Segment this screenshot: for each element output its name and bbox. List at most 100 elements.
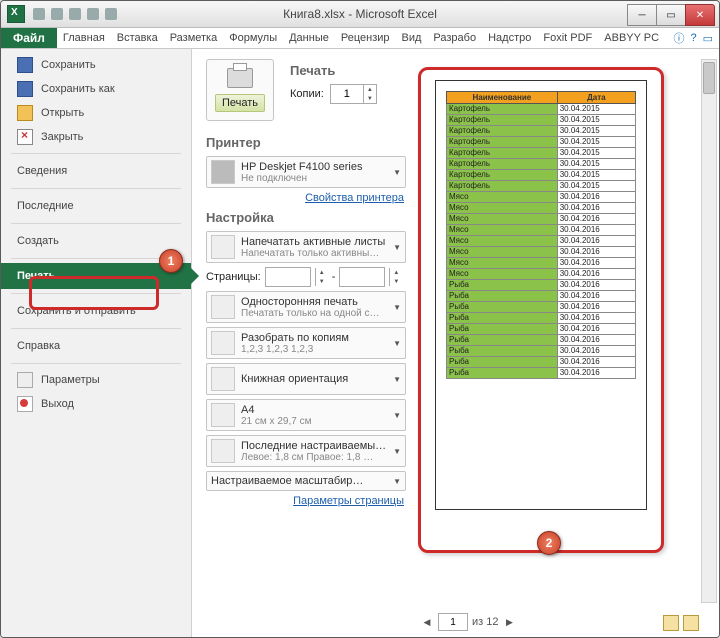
nav-help[interactable]: Справка bbox=[1, 333, 191, 359]
margins-select[interactable]: Последние настраиваемые …Левое: 1,8 см П… bbox=[206, 435, 406, 467]
ribbon-tab[interactable]: Данные bbox=[283, 28, 335, 48]
cell-name: Мясо bbox=[447, 247, 558, 258]
save-label: Сохранить bbox=[41, 59, 96, 71]
show-margins-button[interactable] bbox=[663, 615, 679, 631]
qat-icon[interactable] bbox=[105, 8, 117, 20]
help-icon[interactable]: ? bbox=[690, 32, 696, 44]
page-to-input[interactable] bbox=[339, 267, 385, 287]
exit-label: Выход bbox=[41, 398, 74, 410]
nav-info[interactable]: Сведения bbox=[1, 158, 191, 184]
copies-spinner[interactable]: ▲▼ bbox=[330, 84, 377, 104]
ribbon-tab[interactable]: Надстро bbox=[482, 28, 537, 48]
separator bbox=[11, 188, 181, 189]
separator bbox=[11, 328, 181, 329]
qat-undo-icon[interactable] bbox=[51, 8, 63, 20]
vertical-scrollbar[interactable] bbox=[701, 59, 717, 603]
dash: - bbox=[332, 271, 336, 283]
scroll-thumb[interactable] bbox=[703, 62, 715, 94]
saveas-cmd[interactable]: Сохранить как bbox=[1, 77, 191, 101]
settings-heading: Настройка bbox=[206, 210, 406, 225]
file-tab[interactable]: Файл bbox=[1, 28, 57, 48]
ribbon-tab[interactable]: Foxit PDF bbox=[537, 28, 598, 48]
cell-date: 30.04.2016 bbox=[557, 346, 635, 357]
print-button[interactable]: Печать bbox=[206, 59, 274, 121]
close-cmd[interactable]: Закрыть bbox=[1, 125, 191, 149]
ribbon-tab[interactable]: Вставка bbox=[111, 28, 164, 48]
open-cmd[interactable]: Открыть bbox=[1, 101, 191, 125]
qat-redo-icon[interactable] bbox=[69, 8, 81, 20]
table-row: Рыба30.04.2016 bbox=[447, 357, 636, 368]
chevron-down-icon: ▼ bbox=[393, 477, 401, 486]
orientation-select[interactable]: Книжная ориентация▼ bbox=[206, 363, 406, 395]
spinner-buttons[interactable]: ▲▼ bbox=[389, 268, 402, 286]
paper-select[interactable]: A421 см x 29,7 см▼ bbox=[206, 399, 406, 431]
cell-name: Картофель bbox=[447, 126, 558, 137]
scaling-select[interactable]: Настраиваемое масштабир…▼ bbox=[206, 471, 406, 491]
ribbon-tabs: Файл Главная Вставка Разметка Формулы Да… bbox=[1, 28, 719, 49]
min-ribbon-icon[interactable]: ▭ bbox=[703, 32, 713, 45]
prev-page-button[interactable]: ◀ bbox=[420, 615, 434, 629]
printer-device-icon bbox=[211, 160, 235, 184]
exit-cmd[interactable]: Выход bbox=[1, 392, 191, 416]
sel-title: A4 bbox=[241, 404, 387, 416]
sel-title: Напечатать активные листы bbox=[241, 236, 387, 248]
nav-share[interactable]: Сохранить и отправить bbox=[1, 298, 191, 324]
page-navigator: ◀ из 12 ▶ bbox=[420, 613, 516, 631]
ribbon-tab[interactable]: Разметка bbox=[164, 28, 224, 48]
cell-name: Мясо bbox=[447, 269, 558, 280]
cell-name: Картофель bbox=[447, 137, 558, 148]
spinner-buttons[interactable]: ▲▼ bbox=[363, 85, 376, 103]
options-cmd[interactable]: Параметры bbox=[1, 368, 191, 392]
sel-sub: 21 см x 29,7 см bbox=[241, 416, 387, 427]
cell-name: Картофель bbox=[447, 159, 558, 170]
cell-date: 30.04.2016 bbox=[557, 258, 635, 269]
cell-name: Рыба bbox=[447, 324, 558, 335]
zoom-controls bbox=[663, 615, 699, 631]
ribbon-tab[interactable]: Рецензир bbox=[335, 28, 396, 48]
copies-input[interactable] bbox=[331, 87, 363, 101]
printer-heading: Принтер bbox=[206, 135, 406, 150]
save-cmd[interactable]: Сохранить bbox=[1, 53, 191, 77]
sel-sub: 1,2,3 1,2,3 1,2,3 bbox=[241, 344, 387, 355]
close-button[interactable]: ✕ bbox=[685, 4, 715, 26]
print-settings-panel: Печать Печать Копии: ▲▼ Принтер HP D bbox=[192, 49, 414, 637]
page-from-input[interactable] bbox=[265, 267, 311, 287]
qat-icon[interactable] bbox=[87, 8, 99, 20]
page-number-input[interactable] bbox=[438, 613, 468, 631]
ribbon-tab[interactable]: ABBYY PC bbox=[598, 28, 665, 48]
table-row: Картофель30.04.2015 bbox=[447, 104, 636, 115]
printer-properties-link[interactable]: Свойства принтера bbox=[208, 192, 404, 204]
sel-title: Разобрать по копиям bbox=[241, 332, 387, 344]
printer-select[interactable]: HP Deskjet F4100 seriesНе подключен ▼ bbox=[206, 156, 406, 188]
chevron-down-icon: ▼ bbox=[393, 303, 401, 312]
ribbon-tab[interactable]: Главная bbox=[57, 28, 111, 48]
sides-select[interactable]: Односторонняя печатьПечатать только на о… bbox=[206, 291, 406, 323]
nav-recent[interactable]: Последние bbox=[1, 193, 191, 219]
minimize-button[interactable]: ─ bbox=[627, 4, 657, 26]
page-total: из 12 bbox=[472, 616, 498, 628]
help-icon[interactable]: ⓘ bbox=[673, 30, 684, 46]
cell-date: 30.04.2015 bbox=[557, 115, 635, 126]
collate-select[interactable]: Разобрать по копиям1,2,3 1,2,3 1,2,3▼ bbox=[206, 327, 406, 359]
zoom-to-page-button[interactable] bbox=[683, 615, 699, 631]
print-what-select[interactable]: Напечатать активные листыНапечатать толь… bbox=[206, 231, 406, 263]
table-row: Рыба30.04.2016 bbox=[447, 335, 636, 346]
cell-date: 30.04.2016 bbox=[557, 291, 635, 302]
qat-save-icon[interactable] bbox=[33, 8, 45, 20]
nav-new[interactable]: Создать bbox=[1, 228, 191, 254]
excel-logo-icon bbox=[7, 5, 25, 23]
ribbon-tab[interactable]: Формулы bbox=[223, 28, 283, 48]
cell-name: Рыба bbox=[447, 357, 558, 368]
callout-1: 1 bbox=[159, 249, 183, 273]
ribbon-tab[interactable]: Вид bbox=[396, 28, 428, 48]
cell-name: Картофель bbox=[447, 170, 558, 181]
next-page-button[interactable]: ▶ bbox=[502, 615, 516, 629]
spinner-buttons[interactable]: ▲▼ bbox=[315, 268, 328, 286]
paper-icon bbox=[211, 403, 235, 427]
copies-label: Копии: bbox=[290, 88, 324, 100]
cell-date: 30.04.2016 bbox=[557, 247, 635, 258]
ribbon-tab[interactable]: Разрабо bbox=[427, 28, 482, 48]
save-icon bbox=[17, 57, 33, 73]
page-setup-link[interactable]: Параметры страницы bbox=[208, 495, 404, 507]
maximize-button[interactable]: ▭ bbox=[656, 4, 686, 26]
